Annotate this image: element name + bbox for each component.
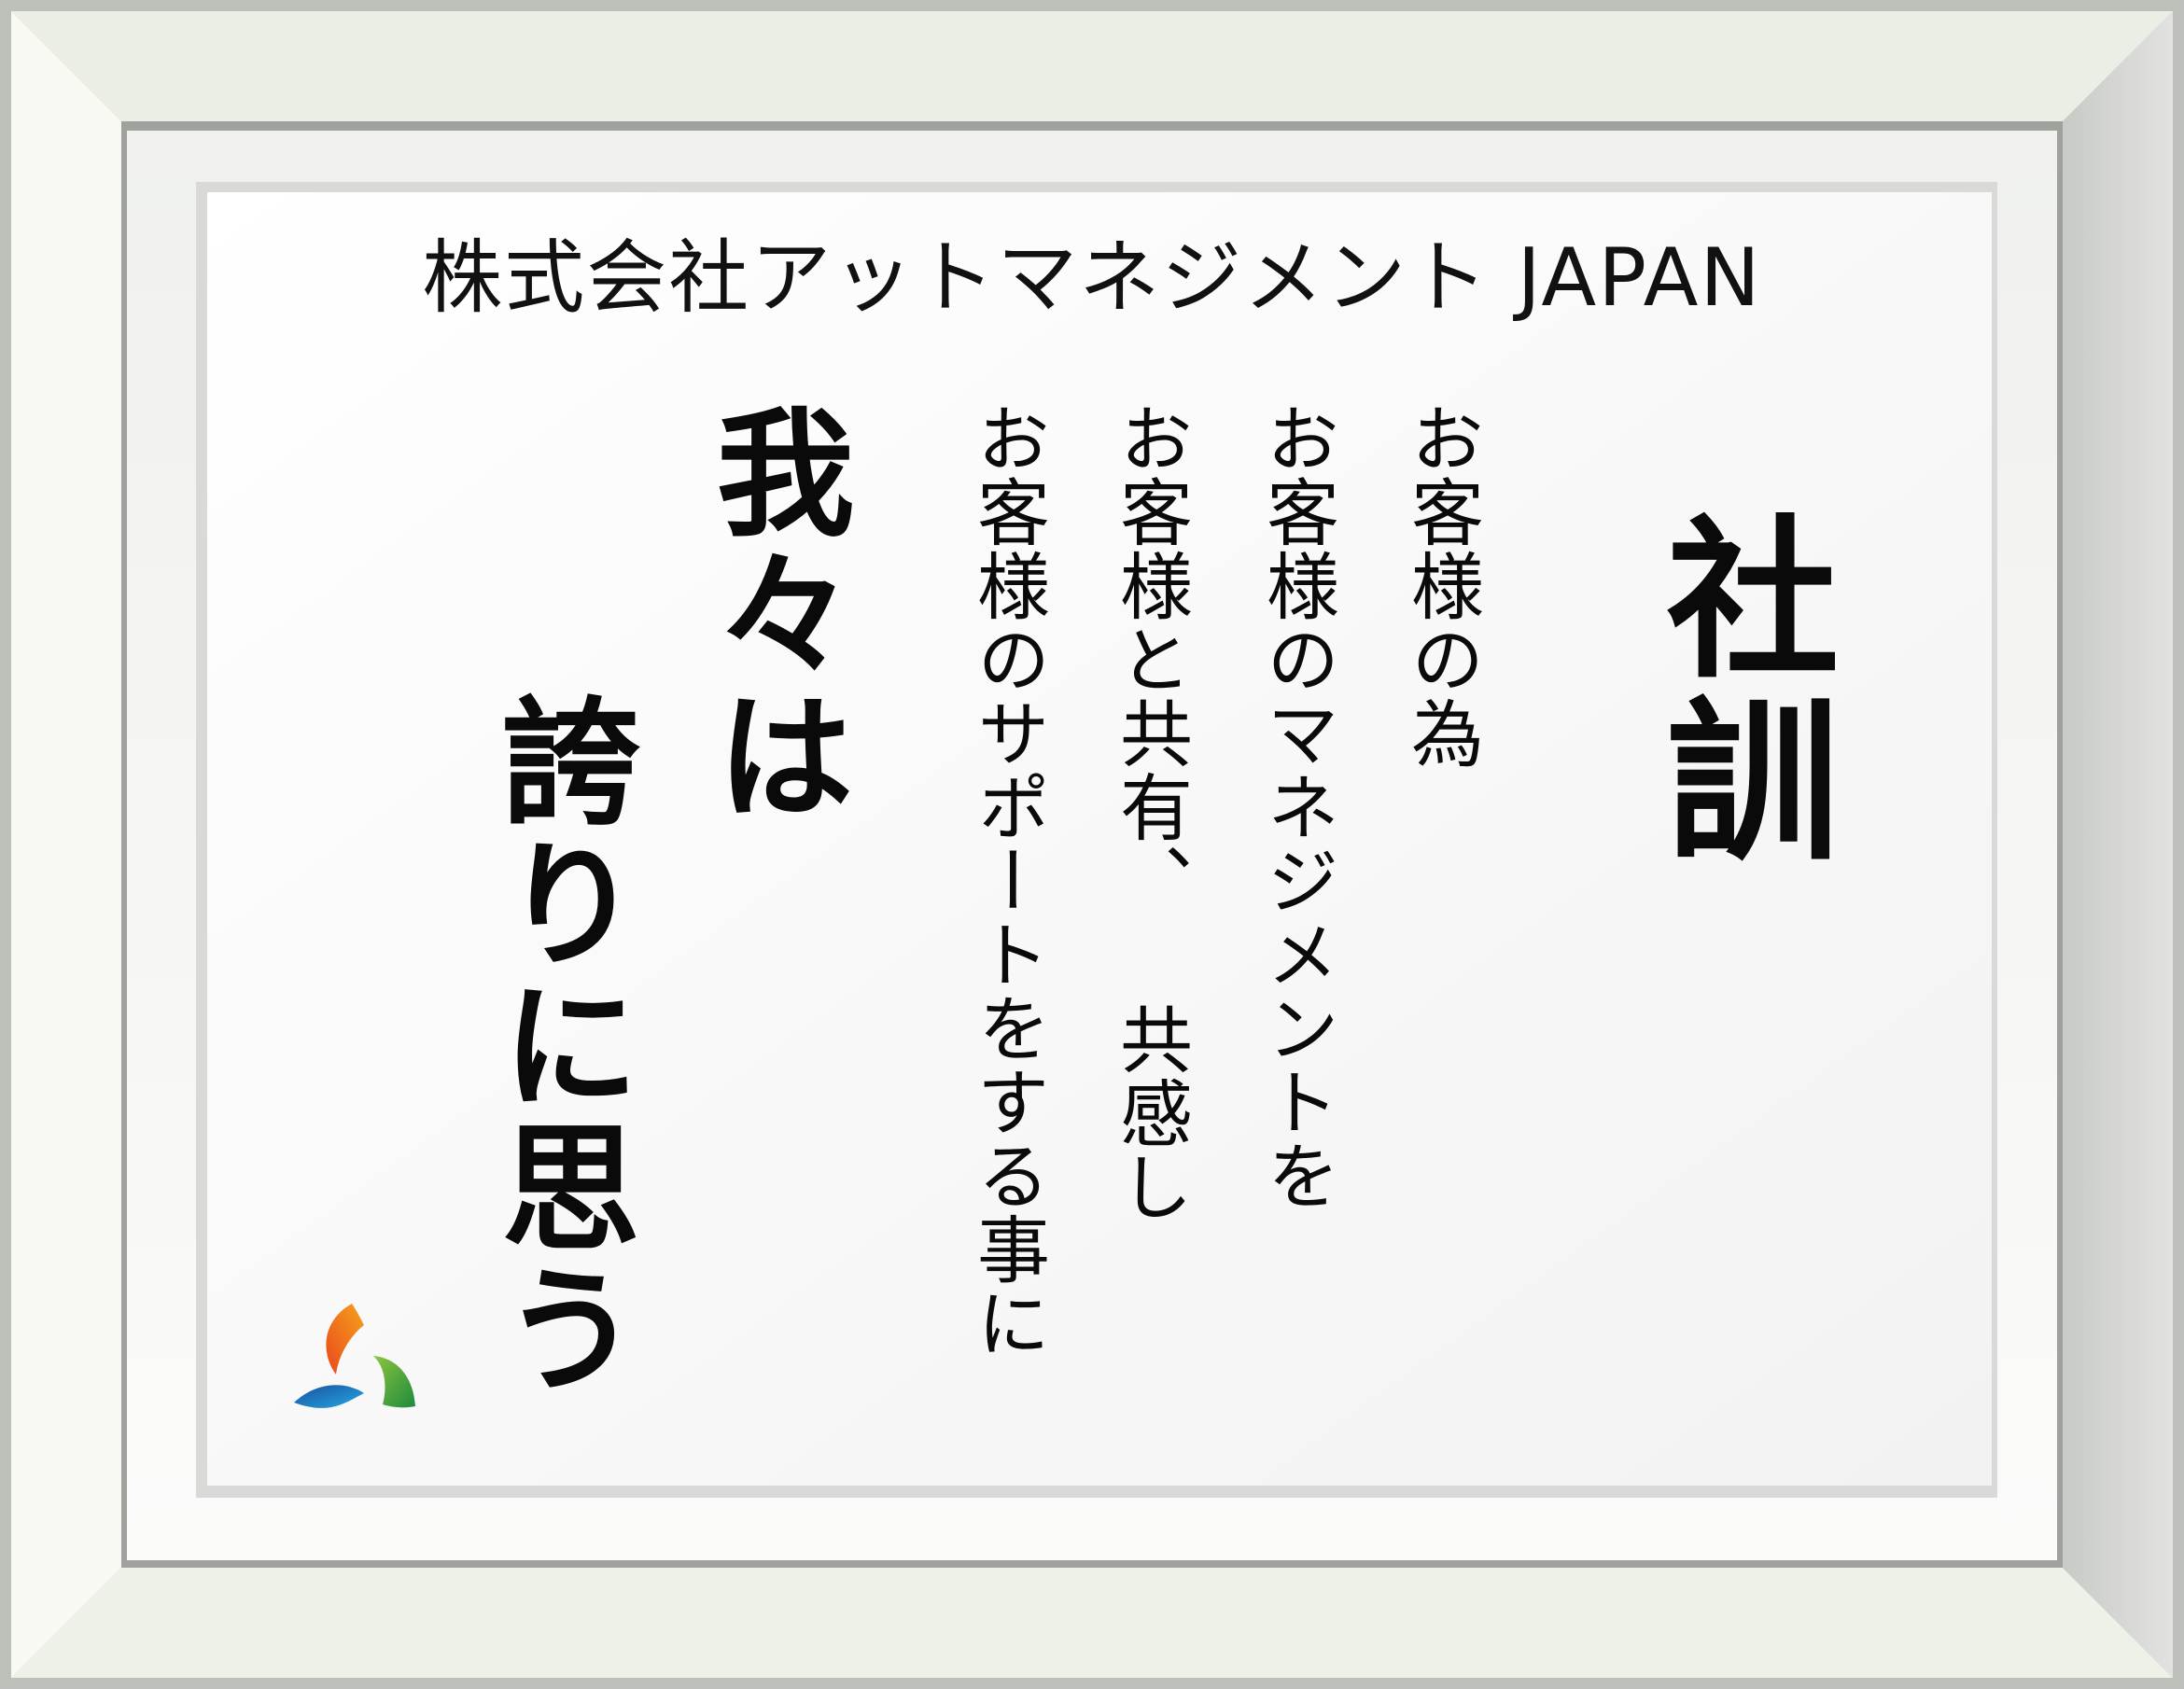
principle-line: お客様のマネジメントを [1254, 401, 1338, 1212]
company-name: 株式会社アットマネジメント JAPAN [422, 231, 1762, 325]
motto-line: 我々は [693, 401, 855, 827]
motto-heading: 社訓 [1637, 509, 1841, 872]
motto-line: 誇りに思う [478, 691, 640, 1400]
principle-line: お客様のサポートをする事に [965, 401, 1049, 1360]
principle-line: お客様と共有、 共感し [1108, 401, 1192, 1223]
three-leaf-logo-icon [294, 1302, 420, 1418]
principle-line: お客様の為 [1399, 401, 1483, 770]
